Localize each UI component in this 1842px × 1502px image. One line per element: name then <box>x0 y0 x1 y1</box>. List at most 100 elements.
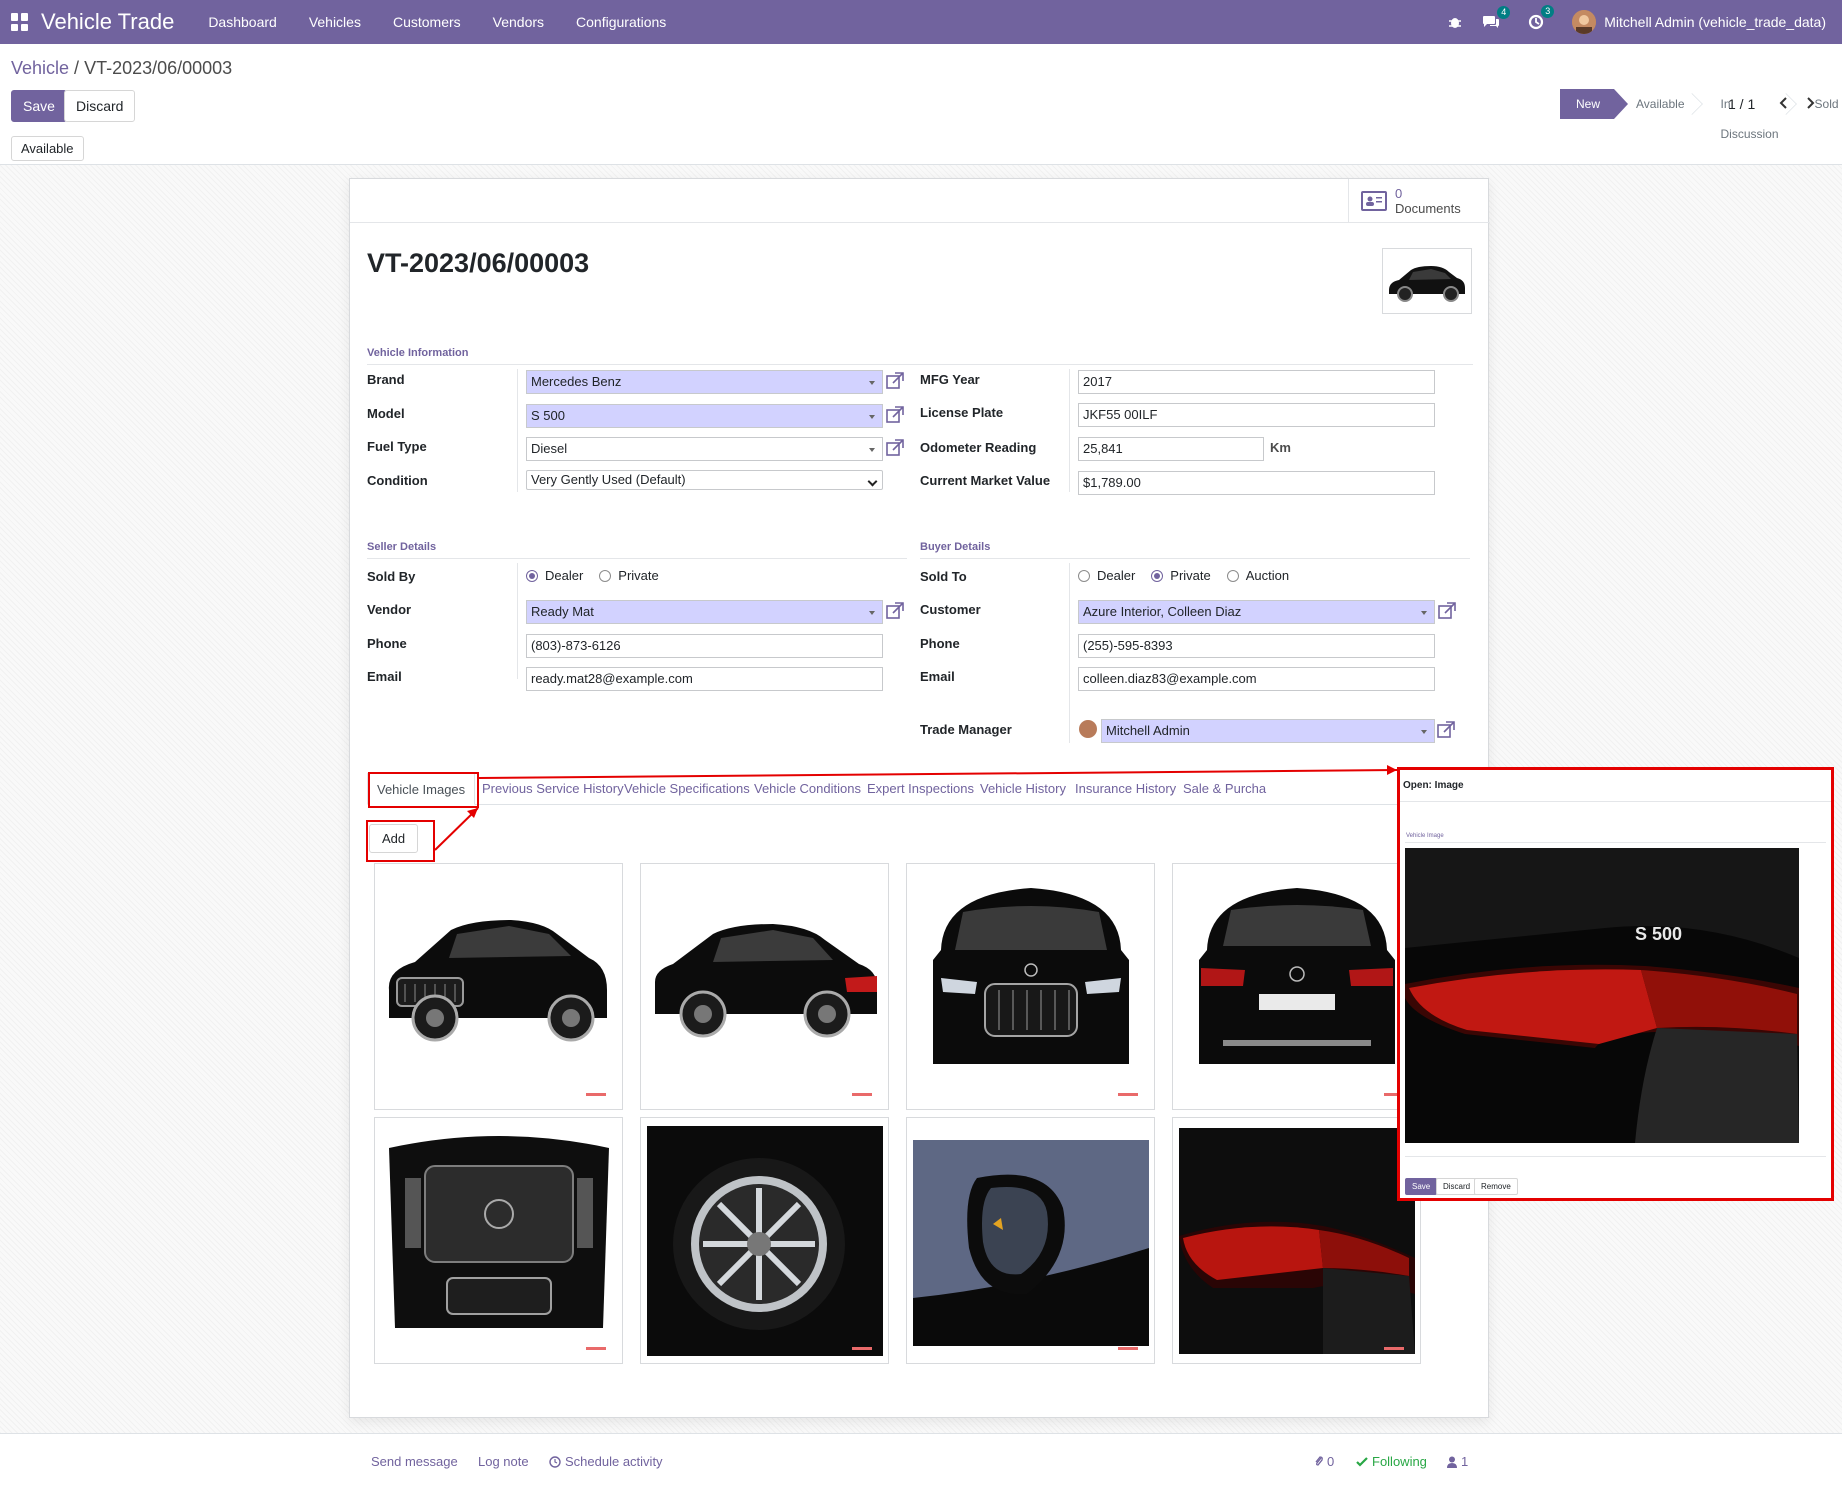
available-button[interactable]: Available <box>11 136 84 161</box>
log-note-button[interactable]: Log note <box>478 1454 529 1469</box>
sold-to-private-label[interactable]: Private <box>1170 568 1210 583</box>
vehicle-image-card[interactable] <box>906 863 1155 1110</box>
dialog-save-button[interactable]: Save <box>1405 1178 1438 1195</box>
vehicle-image-card[interactable] <box>1172 863 1421 1110</box>
tab-vehicle-conditions[interactable]: Vehicle Conditions <box>745 773 870 805</box>
bug-icon[interactable] <box>1448 15 1462 29</box>
sold-to-private-radio[interactable] <box>1151 569 1164 582</box>
trade-manager-field[interactable]: Mitchell Admin <box>1101 719 1435 743</box>
messages-badge: 4 <box>1497 5 1511 19</box>
vehicle-image-preview[interactable]: S 500 <box>1405 848 1799 1143</box>
menu-vendors[interactable]: Vendors <box>493 14 544 30</box>
tab-expert-inspections[interactable]: Expert Inspections <box>858 773 983 805</box>
sold-by-dealer-label[interactable]: Dealer <box>545 568 583 583</box>
vehicle-image-card[interactable] <box>640 1117 889 1364</box>
sold-to-dealer-radio[interactable] <box>1078 569 1090 582</box>
save-button[interactable]: Save <box>11 90 67 122</box>
dialog-remove-button[interactable]: Remove <box>1474 1178 1518 1195</box>
messages-icon[interactable]: 4 <box>1482 5 1511 30</box>
breadcrumb-separator: / <box>69 58 85 78</box>
user-avatar[interactable] <box>1572 10 1597 34</box>
tab-previous-service-history[interactable]: Previous Service History <box>473 773 633 805</box>
sold-by-radio-group: Dealer Private <box>526 568 675 583</box>
external-link-icon[interactable] <box>886 372 904 390</box>
fuel-type-field[interactable]: Diesel <box>526 437 883 461</box>
condition-select[interactable]: Very Gently Used (Default) <box>526 470 883 490</box>
sold-to-dealer-label[interactable]: Dealer <box>1097 568 1135 583</box>
external-link-icon[interactable] <box>1437 721 1455 739</box>
vendor-field[interactable]: Ready Mat <box>526 600 883 624</box>
external-link-icon[interactable] <box>1438 602 1456 620</box>
external-link-icon[interactable] <box>886 602 904 620</box>
mfg-year-field[interactable]: 2017 <box>1078 370 1435 394</box>
user-menu[interactable]: Mitchell Admin (vehicle_trade_data) <box>1604 14 1826 30</box>
vehicle-image-card[interactable] <box>906 1117 1155 1364</box>
menu-vehicles[interactable]: Vehicles <box>309 14 361 30</box>
stage-sold[interactable]: Sold <box>1793 89 1842 119</box>
clock-icon <box>549 1455 561 1468</box>
vehicle-image-card[interactable] <box>640 863 889 1110</box>
discard-button[interactable]: Discard <box>64 90 136 122</box>
model-field[interactable]: S 500 <box>526 404 883 428</box>
sold-to-auction-radio[interactable] <box>1226 569 1239 582</box>
buyer-email-field[interactable]: colleen.diaz83@example.com <box>1078 667 1435 691</box>
attachments-button[interactable]: 0 <box>1314 1454 1334 1469</box>
customer-label: Customer <box>920 602 981 617</box>
external-link-icon[interactable] <box>886 439 904 457</box>
stage-new[interactable]: New <box>1560 89 1629 119</box>
sold-by-dealer-radio[interactable] <box>526 569 538 582</box>
documents-smart-button[interactable]: 0 Documents <box>1348 179 1490 223</box>
external-link-icon[interactable] <box>886 406 904 424</box>
documents-count: 0 <box>1395 186 1403 201</box>
top-navbar: Vehicle Trade Dashboard Vehicles Custome… <box>0 0 1842 44</box>
fuel-type-label: Fuel Type <box>367 439 427 454</box>
brand-field[interactable]: Mercedes Benz <box>526 370 883 394</box>
menu-customers[interactable]: Customers <box>393 14 461 30</box>
activities-icon[interactable]: 3 <box>1528 5 1555 30</box>
buyer-phone-field[interactable]: (255)-595-8393 <box>1078 634 1435 658</box>
trade-manager-avatar <box>1079 720 1097 738</box>
model-badge-text: S 500 <box>1635 924 1682 944</box>
sold-by-private-label[interactable]: Private <box>618 568 658 583</box>
dialog-discard-button[interactable]: Discard <box>1436 1178 1478 1195</box>
odometer-label: Odometer Reading <box>920 440 1037 455</box>
documents-label: Documents <box>1395 201 1461 216</box>
vehicle-image-card[interactable] <box>1172 1117 1421 1364</box>
tab-vehicle-specifications[interactable]: Vehicle Specifications <box>615 773 759 805</box>
odometer-field[interactable]: 25,841 <box>1078 437 1264 461</box>
car-rear-image <box>1199 888 1395 1064</box>
annotation-highlight-tab <box>368 772 479 808</box>
vehicle-image-card[interactable] <box>374 1117 623 1364</box>
tab-insurance-history[interactable]: Insurance History <box>1066 773 1185 805</box>
sold-by-private-radio[interactable] <box>599 569 612 582</box>
schedule-activity-label: Schedule activity <box>565 1454 663 1469</box>
following-label: Following <box>1372 1454 1427 1469</box>
market-value-field[interactable]: $1,789.00 <box>1078 471 1435 495</box>
seller-details-title: Seller Details <box>367 541 907 559</box>
breadcrumb-parent[interactable]: Vehicle <box>11 58 69 78</box>
sold-to-radio-group: Dealer Private Auction <box>1078 568 1305 583</box>
license-plate-field[interactable]: JKF55 00ILF <box>1078 403 1435 427</box>
tab-vehicle-history[interactable]: Vehicle History <box>971 773 1075 805</box>
seller-email-field[interactable]: ready.mat28@example.com <box>526 667 883 691</box>
vehicle-image-card[interactable] <box>374 863 623 1110</box>
menu-configurations[interactable]: Configurations <box>576 14 666 30</box>
app-title[interactable]: Vehicle Trade <box>41 9 174 35</box>
customer-field[interactable]: Azure Interior, Colleen Diaz <box>1078 600 1435 624</box>
breadcrumb: Vehicle / VT-2023/06/00003 <box>11 58 232 79</box>
seller-phone-field[interactable]: (803)-873-6126 <box>526 634 883 658</box>
apps-menu-icon[interactable] <box>11 13 29 31</box>
tab-sale-purchase[interactable]: Sale & Purcha <box>1174 773 1275 805</box>
paperclip-icon <box>1315 1456 1323 1466</box>
vehicle-main-image[interactable] <box>1382 248 1472 314</box>
following-button[interactable]: Following <box>1356 1454 1427 1469</box>
menu-dashboard[interactable]: Dashboard <box>208 14 277 30</box>
sold-to-label: Sold To <box>920 569 967 584</box>
followers-button[interactable]: 1 <box>1447 1454 1468 1469</box>
sold-to-auction-label[interactable]: Auction <box>1246 568 1289 583</box>
stage-in-discussion[interactable]: In Discussion <box>1699 89 1797 141</box>
send-message-button[interactable]: Send message <box>371 1454 458 1469</box>
vehicle-information-title: Vehicle Information <box>367 347 1473 365</box>
schedule-activity-button[interactable]: Schedule activity <box>549 1454 663 1469</box>
buyer-email-label: Email <box>920 669 955 684</box>
